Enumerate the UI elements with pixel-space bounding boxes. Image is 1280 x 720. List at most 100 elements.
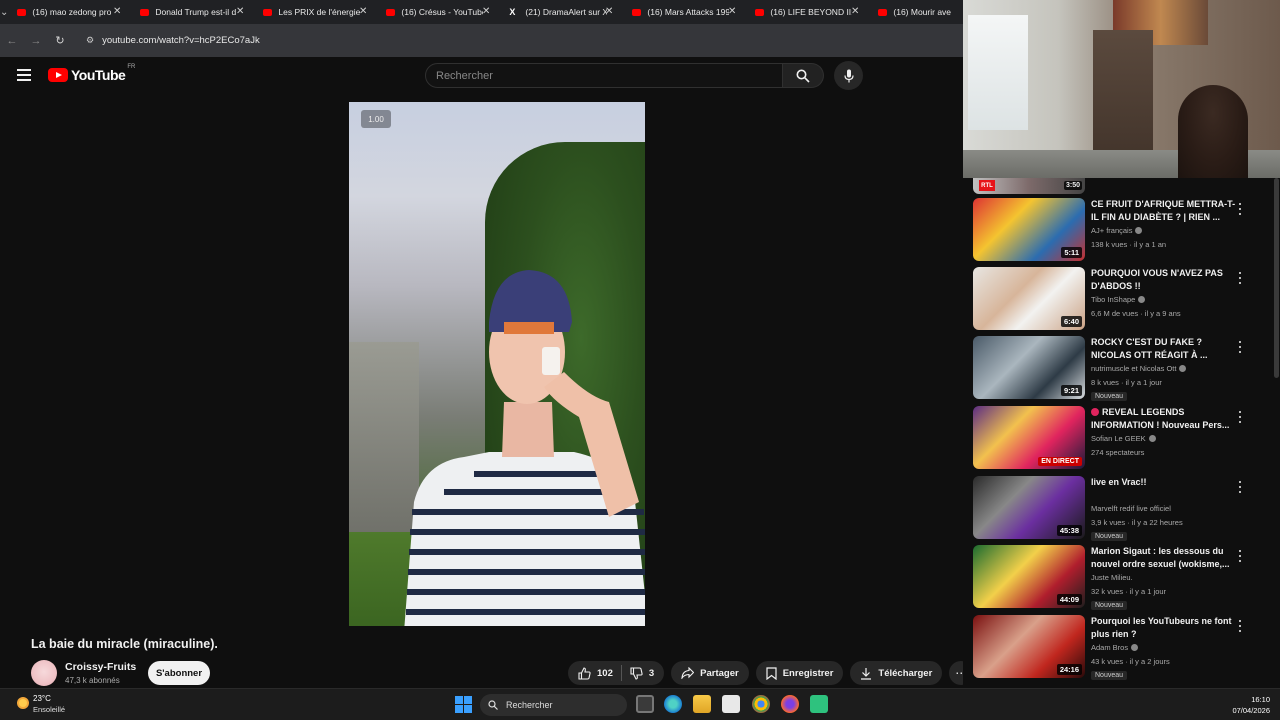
sun-icon[interactable]	[14, 694, 32, 712]
recommendation-title[interactable]: POURQUOI VOUS N'AVEZ PAS D'ABDOS !!	[1091, 267, 1237, 293]
voice-search-button[interactable]	[834, 61, 863, 90]
recommendation-channel[interactable]: AJ+ français	[1091, 226, 1143, 235]
recommendation-item[interactable]: 45:38 live en Vrac!! Marvelft redif live o…	[973, 476, 1273, 541]
system-clock[interactable]: 16:10 07/04/2026	[1232, 694, 1270, 716]
search-button[interactable]	[783, 63, 824, 88]
back-arrow-icon[interactable]: ←	[0, 35, 24, 47]
video-player[interactable]: 1.00	[349, 102, 645, 626]
recommendation-item[interactable]: 24:16 Pourquoi les YouTubeurs ne font plu…	[973, 615, 1273, 680]
forward-arrow-icon[interactable]: →	[24, 35, 48, 47]
taskbar-search[interactable]: Rechercher	[480, 694, 627, 716]
close-tab-icon[interactable]: ✕	[359, 6, 367, 17]
more-options-icon[interactable]	[1235, 479, 1245, 495]
webcam-overlay	[963, 0, 1280, 178]
recommendation-thumbnail[interactable]: EN DIRECT	[973, 406, 1085, 469]
dislike-button[interactable]: 3	[630, 666, 654, 680]
tab-title: Donald Trump est-il d	[155, 7, 237, 17]
search-input[interactable]: Rechercher	[425, 63, 783, 88]
like-button[interactable]: 102	[578, 666, 613, 680]
channel-name[interactable]: Croissy-Fruits	[65, 661, 136, 673]
save-button[interactable]: Enregistrer	[755, 661, 844, 685]
recommendation-thumbnail[interactable]: 9:21	[973, 336, 1085, 399]
recommendation-thumbnail[interactable]: 5:11	[973, 198, 1085, 261]
recommendation-thumbnail[interactable]: 45:38	[973, 476, 1085, 539]
more-options-icon[interactable]	[1235, 339, 1245, 355]
share-button[interactable]: Partager	[671, 661, 749, 685]
browser-tab[interactable]: Les PRIX de l'énergie ✕	[254, 0, 377, 24]
recommendation-channel[interactable]: Marvelft redif live officiel	[1091, 504, 1171, 513]
recommendation-item[interactable]: 9:21 ROCKY C'EST DU FAKE ? NICOLAS OTT RÉ…	[973, 336, 1273, 401]
youtube-icon	[632, 8, 642, 16]
partial-recommendation-thumbnail[interactable]: RTL 3:50	[973, 178, 1085, 194]
recommendation-item[interactable]: 6:40 POURQUOI VOUS N'AVEZ PAS D'ABDOS !! T…	[973, 267, 1273, 331]
recommendation-title-text: POURQUOI VOUS N'AVEZ PAS D'ABDOS !!	[1091, 268, 1223, 291]
recommendation-item[interactable]: EN DIRECT REVEAL LEGENDS INFORMATION ! No…	[973, 406, 1273, 470]
subscribe-button[interactable]: S'abonner	[148, 661, 210, 685]
channel-avatar[interactable]	[31, 660, 57, 686]
file-explorer-icon[interactable]	[693, 695, 711, 713]
recommendation-thumbnail[interactable]: 24:16	[973, 615, 1085, 678]
youtube-play-icon	[48, 68, 68, 82]
more-options-icon[interactable]	[1235, 548, 1245, 564]
recommendation-meta: 138 k vues · il y a 1 an	[1091, 240, 1167, 249]
close-tab-icon[interactable]: ✕	[236, 6, 244, 17]
recommendation-title-text: ROCKY C'EST DU FAKE ? NICOLAS OTT RÉAGIT…	[1091, 337, 1208, 360]
close-tab-icon[interactable]: ✕	[728, 6, 736, 17]
close-tab-icon[interactable]: ✕	[113, 6, 121, 17]
more-options-icon[interactable]	[1235, 409, 1245, 425]
close-tab-icon[interactable]: ✕	[482, 6, 490, 17]
more-options-icon[interactable]	[1235, 201, 1245, 217]
browser-tab[interactable]: (16) Crésus - YouTube ✕	[377, 0, 500, 24]
more-options-icon[interactable]	[1235, 270, 1245, 286]
app-icon[interactable]	[810, 695, 828, 713]
windows-start-icon[interactable]	[455, 696, 472, 713]
recommendation-title[interactable]: Pourquoi les YouTubeurs ne font plus rie…	[1091, 615, 1237, 641]
browser-tab[interactable]: Donald Trump est-il d ✕	[131, 0, 254, 24]
sidebar-scrollbar[interactable]	[1274, 178, 1279, 378]
video-duration: 6:40	[1060, 316, 1082, 327]
browser-tab[interactable]: (16) Mourir ave	[869, 0, 963, 24]
recommendation-channel[interactable]: Sofian Le GEEK	[1091, 434, 1156, 443]
firefox-icon[interactable]	[781, 695, 799, 713]
recommendation-channel[interactable]: Tibo InShape	[1091, 295, 1146, 304]
task-view-icon[interactable]	[636, 695, 654, 713]
recommendation-meta: 32 k vues · il y a 1 jour	[1091, 587, 1167, 596]
close-tab-icon[interactable]: ✕	[851, 6, 859, 17]
address-bar[interactable]: ⚙ youtube.com/watch?v=hcP2ECo7aJk	[76, 30, 955, 52]
recommendation-title[interactable]: ROCKY C'EST DU FAKE ? NICOLAS OTT RÉAGIT…	[1091, 336, 1237, 362]
recommendation-title[interactable]: live en Vrac!!	[1091, 476, 1237, 489]
recommendation-title[interactable]: Marion Sigaut : les dessous du nouvel or…	[1091, 545, 1237, 571]
site-info-icon[interactable]: ⚙	[86, 35, 94, 46]
tab-search-chevron-icon[interactable]: ⌄	[0, 0, 8, 24]
recommendation-thumbnail[interactable]: 44:09	[973, 545, 1085, 608]
chrome-icon[interactable]	[752, 695, 770, 713]
browser-tab[interactable]: (16) Mars Attacks 199 ✕	[623, 0, 746, 24]
menu-icon[interactable]	[17, 69, 31, 81]
recommendation-thumbnail[interactable]: 6:40	[973, 267, 1085, 330]
recommendation-title[interactable]: CE FRUIT D'AFRIQUE METTRA-T-IL FIN AU DI…	[1091, 198, 1237, 224]
video-actions: 102 3 Partager Enregistrer Télécharger ⋯	[568, 661, 974, 685]
tab-title: (16) Mars Attacks 199	[647, 7, 730, 17]
youtube-icon	[878, 8, 888, 16]
download-button[interactable]: Télécharger	[850, 661, 943, 685]
browser-tab[interactable]: X (21) DramaAlert sur X ✕	[500, 0, 623, 24]
bookmark-icon	[766, 666, 777, 680]
verified-icon	[1148, 435, 1156, 442]
recommendation-title[interactable]: REVEAL LEGENDS INFORMATION ! Nouveau Per…	[1091, 406, 1237, 432]
more-options-icon[interactable]	[1235, 618, 1245, 634]
save-label: Enregistrer	[782, 667, 834, 679]
recommendation-item[interactable]: 44:09 Marion Sigaut : les dessous du nouv…	[973, 545, 1273, 610]
close-tab-icon[interactable]: ✕	[605, 6, 613, 17]
youtube-logo[interactable]: YouTube FR	[48, 64, 135, 83]
recommendation-channel[interactable]: Juste Milieu.	[1091, 573, 1133, 582]
reload-icon[interactable]: ↻	[48, 34, 72, 47]
browser-tab[interactable]: (16) mao zedong pro ✕	[8, 0, 131, 24]
recommendation-item[interactable]: 5:11 CE FRUIT D'AFRIQUE METTRA-T-IL FIN A…	[973, 198, 1273, 262]
recommendation-channel[interactable]: nutrimuscle et Nicolas Ott	[1091, 364, 1187, 373]
recommendation-channel[interactable]: Adam Bros	[1091, 643, 1139, 652]
store-icon[interactable]	[722, 695, 740, 713]
edge-icon[interactable]	[664, 695, 682, 713]
recommendation-channel-name: Juste Milieu.	[1091, 573, 1133, 582]
browser-tab[interactable]: (16) LIFE BEYOND II: ✕	[746, 0, 869, 24]
youtube-icon	[386, 8, 396, 16]
